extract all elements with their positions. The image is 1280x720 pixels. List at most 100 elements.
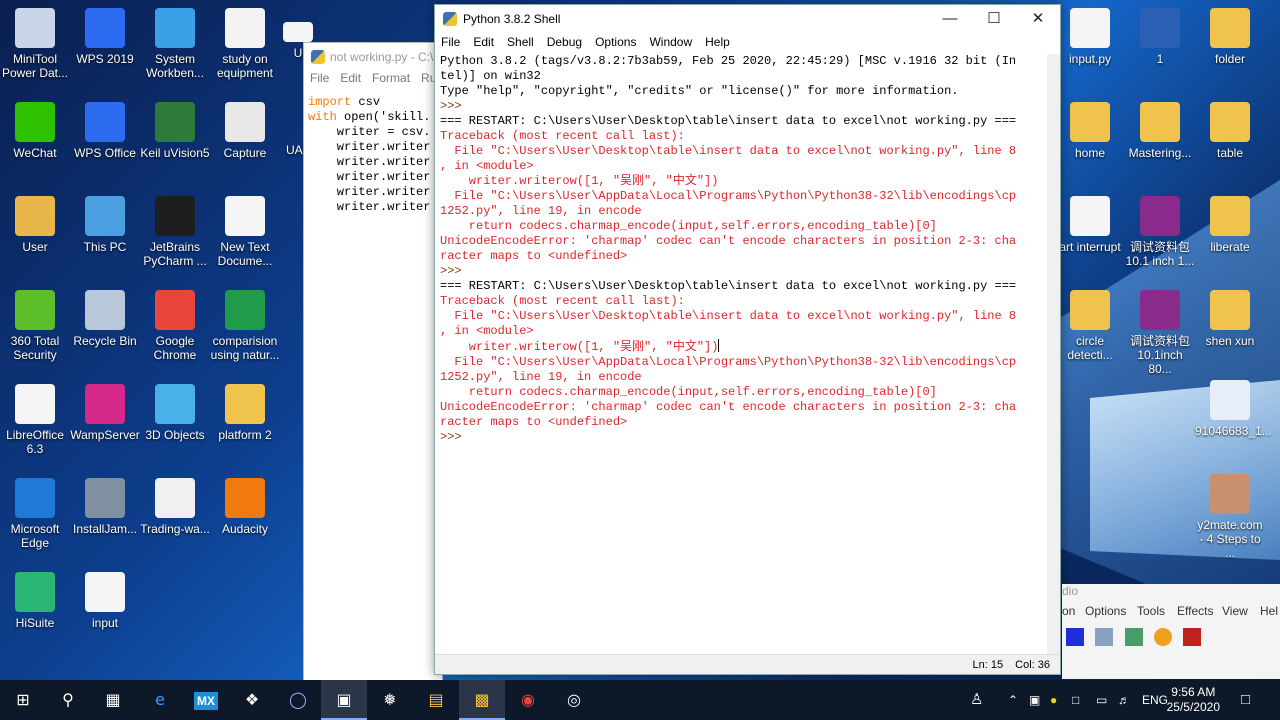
menu-tools[interactable]: Tools <box>1137 604 1165 618</box>
shell-titlebar[interactable]: Python 3.8.2 Shell — ☐ ✕ <box>435 5 1060 32</box>
menu-view[interactable]: View <box>1222 604 1248 618</box>
python-idle-icon[interactable]: ▩ <box>459 680 505 720</box>
search-icon[interactable]: ⚲ <box>45 680 91 720</box>
desktop-icon[interactable]: JetBrains PyCharm ... <box>140 196 210 268</box>
desktop-icon[interactable]: WPS Office <box>70 102 140 160</box>
desktop-icon[interactable]: WampServer <box>70 384 140 442</box>
battery-icon[interactable]: ▭ <box>1096 680 1107 720</box>
background-app-window[interactable]: dio on Options Tools Effects View Hel <box>1062 584 1280 679</box>
desktop-icon[interactable]: Audacity <box>210 478 280 536</box>
desktop-icon[interactable]: Capture <box>210 102 280 160</box>
idle-code-area[interactable]: import csv with open('skill. writer = csv… <box>304 91 442 215</box>
desktop-icon[interactable]: circle detecti... <box>1055 290 1125 362</box>
desktop-icon[interactable]: MiniTool Power Dat... <box>0 8 70 80</box>
desktop-icon[interactable]: y2mate.com - 4 Steps to ... <box>1195 474 1265 560</box>
effect-icon[interactable] <box>1154 628 1173 646</box>
chevron-up-icon[interactable]: ⌃ <box>1008 680 1018 720</box>
desktop-icon[interactable]: System Workben... <box>140 8 210 80</box>
desktop-icon[interactable]: platform 2 <box>210 384 280 442</box>
maximize-button[interactable]: ☐ <box>972 5 1016 32</box>
menu-help[interactable]: Help <box>705 32 730 52</box>
python-shell-window[interactable]: Python 3.8.2 Shell — ☐ ✕ File Edit Shell De… <box>434 4 1061 675</box>
menu-help-fragment[interactable]: Hel <box>1260 604 1278 618</box>
output-line: Type "help", "copyright", "credits" or "… <box>440 84 959 98</box>
menu-edit[interactable]: Edit <box>473 32 494 52</box>
desktop-icon[interactable]: New Text Docume... <box>210 196 280 268</box>
desktop-icon[interactable]: WeChat <box>0 102 70 160</box>
desktop-icon[interactable]: 调试资料包 10.1inch 80... <box>1125 290 1195 376</box>
desktop-icon[interactable]: 91046683_1... <box>1195 380 1272 438</box>
vertical-scrollbar[interactable] <box>1047 54 1060 656</box>
window-icon[interactable]: ▣ <box>321 680 367 720</box>
tray-security-icon[interactable]: ● <box>1050 680 1057 720</box>
obs-icon[interactable]: ◎ <box>551 680 597 720</box>
language-indicator[interactable]: ENG <box>1142 680 1168 720</box>
desktop-icon[interactable]: 3D Objects <box>140 384 210 442</box>
desktop-icon[interactable]: Mastering... <box>1125 102 1195 160</box>
toolbar-icon[interactable] <box>1095 628 1114 646</box>
desktop-icon[interactable]: liberate <box>1195 196 1265 254</box>
menu-window[interactable]: Window <box>649 32 692 52</box>
stop-icon[interactable] <box>1066 628 1084 646</box>
desktop-icon[interactable]: InstallJam... <box>70 478 140 536</box>
desktop-icon[interactable]: Microsoft Edge <box>0 478 70 550</box>
desktop-icon-label: HiSuite <box>15 616 55 630</box>
desktop-icon[interactable]: 调试资料包 10.1 inch 1... <box>1125 196 1195 268</box>
desktop-icon[interactable]: folder <box>1195 8 1265 66</box>
desktop-icon[interactable]: comparision using natur... <box>210 290 280 362</box>
menu-options[interactable]: Options <box>595 32 636 52</box>
desktop-icon[interactable]: WPS 2019 <box>70 8 140 66</box>
cut-icon[interactable] <box>1183 628 1202 646</box>
desktop-icon[interactable]: shen xun <box>1195 290 1265 348</box>
dropbox-icon[interactable]: ❖ <box>229 680 275 720</box>
error-line: writer.writerow([1, "吴刚", "中文"]) <box>440 339 720 354</box>
desktop-icon[interactable]: Trading-wa... <box>140 478 210 536</box>
desktop-icon[interactable]: input <box>70 572 140 630</box>
desktop-icon[interactable]: HiSuite <box>0 572 70 630</box>
computer-icon <box>85 196 125 236</box>
menu-effects[interactable]: Effects <box>1177 604 1213 618</box>
desktop-icon[interactable]: home <box>1055 102 1125 160</box>
idle-editor-window[interactable]: not working.py - C:\ File Edit Format Ru im… <box>303 42 443 682</box>
menu-debug[interactable]: Debug <box>547 32 582 52</box>
task-view-icon[interactable]: ▦ <box>90 680 136 720</box>
edge-icon[interactable]: e <box>137 680 183 720</box>
desktop-icon[interactable]: Google Chrome <box>140 290 210 362</box>
close-button[interactable]: ✕ <box>1016 5 1060 32</box>
desktop-icon[interactable]: 360 Total Security <box>0 290 70 362</box>
desktop-icon[interactable]: study on equipment <box>210 8 280 80</box>
desktop-icon[interactable]: This PC <box>70 196 140 254</box>
idle-editor-titlebar[interactable]: not working.py - C:\ <box>304 43 442 71</box>
tray-app-icon[interactable]: ▣ <box>1029 680 1040 720</box>
desktop-icon[interactable]: 1 <box>1125 8 1195 66</box>
file-explorer-icon[interactable]: ▤ <box>413 680 459 720</box>
eclipse-icon[interactable]: ◯ <box>275 680 321 720</box>
people-icon[interactable]: ♙ <box>970 680 983 720</box>
volume-icon[interactable]: ♬ <box>1118 680 1130 720</box>
menu-fragment[interactable]: on <box>1062 604 1075 618</box>
network-icon[interactable]: □ <box>1072 680 1079 720</box>
shell-console[interactable]: Python 3.8.2 (tags/v3.8.2:7b3ab59, Feb 2… <box>440 54 1045 656</box>
notification-icon[interactable]: □ <box>1241 680 1250 720</box>
menu-options[interactable]: Options <box>1085 604 1126 618</box>
menu-file[interactable]: File <box>441 32 460 52</box>
menu-shell[interactable]: Shell <box>507 32 534 52</box>
menu-file[interactable]: File <box>310 71 329 85</box>
desktop-icon[interactable]: User <box>0 196 70 254</box>
mx-icon[interactable]: MX <box>183 680 229 720</box>
code-line: writer.writer <box>308 200 442 215</box>
desktop-icon[interactable]: art interrupt <box>1055 196 1125 254</box>
menu-edit[interactable]: Edit <box>340 71 361 85</box>
clock[interactable]: 9:56 AM 25/5/2020 <box>1167 685 1220 715</box>
desktop-icon[interactable]: Keil uVision5 <box>140 102 210 160</box>
desktop-icon[interactable]: input.py <box>1055 8 1125 66</box>
chrome-icon[interactable]: ◉ <box>505 680 551 720</box>
desktop-icon[interactable]: LibreOffice 6.3 <box>0 384 70 456</box>
menu-format[interactable]: Format <box>372 71 410 85</box>
capture-app-icon[interactable]: ❅ <box>367 680 413 720</box>
desktop-icon[interactable]: table <box>1195 102 1265 160</box>
desktop-icon[interactable]: Recycle Bin <box>70 290 140 348</box>
start-icon[interactable]: ⊞ <box>0 680 46 720</box>
minimize-button[interactable]: — <box>928 5 972 32</box>
toolbar-icon[interactable] <box>1124 628 1143 646</box>
